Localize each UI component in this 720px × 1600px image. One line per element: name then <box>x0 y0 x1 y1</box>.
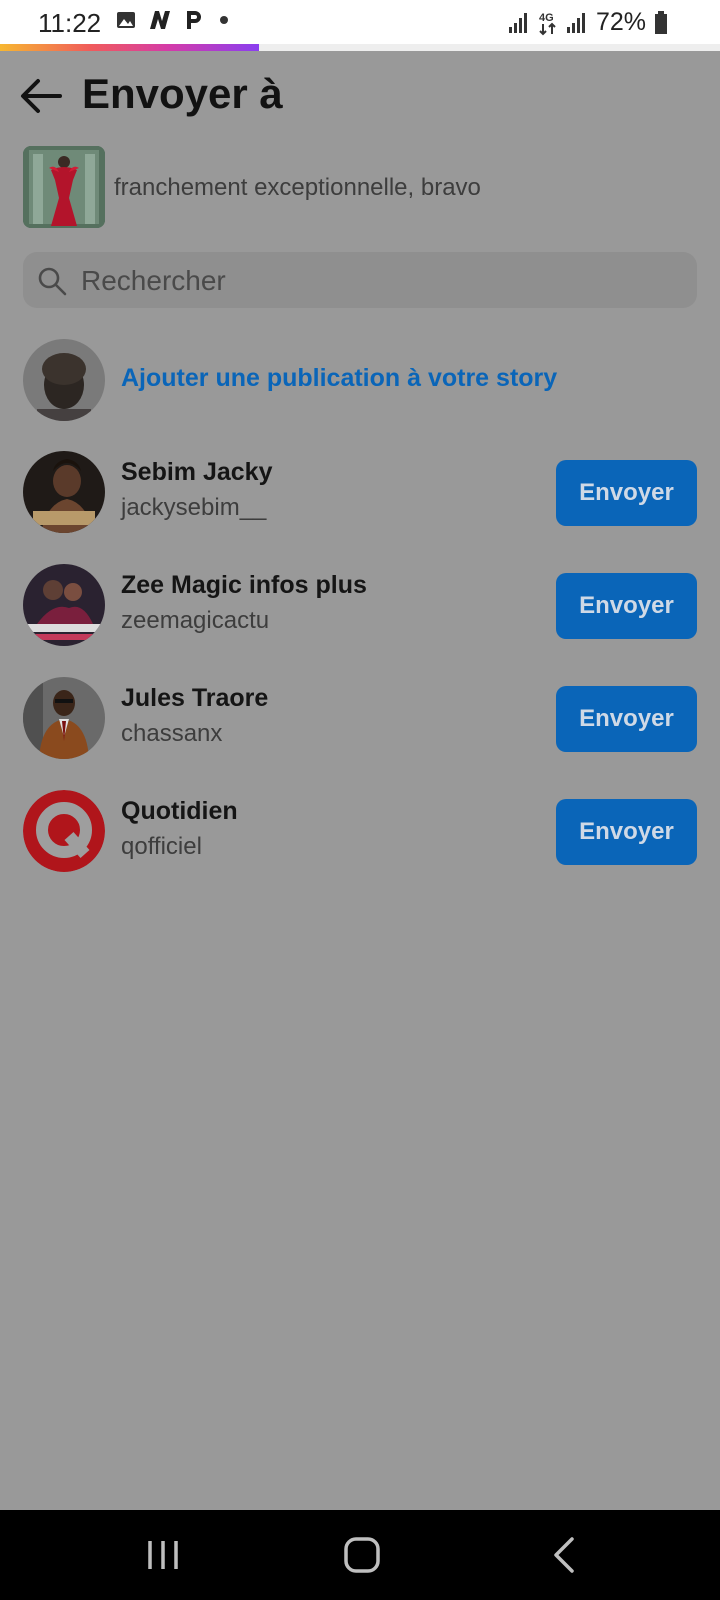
own-avatar <box>23 339 105 421</box>
battery-icon <box>655 10 667 34</box>
back-arrow-icon[interactable] <box>18 76 64 116</box>
contact-row: Zee Magic infos plus zeemagicactu Envoye… <box>0 559 720 649</box>
send-button[interactable]: Envoyer <box>556 573 697 639</box>
n-app-icon <box>150 11 170 29</box>
search-bar[interactable] <box>23 252 697 308</box>
home-icon[interactable] <box>338 1532 388 1578</box>
post-thumbnail <box>23 146 105 228</box>
search-input[interactable] <box>79 260 683 302</box>
contact-row: Sebim Jacky jackysebim__ Envoyer <box>0 446 720 536</box>
avatar <box>23 790 105 872</box>
add-to-story-row[interactable]: Ajouter une publication à votre story <box>0 334 720 424</box>
contact-row: Quotidien qofficiel Envoyer <box>0 785 720 875</box>
status-time: 11:22 <box>38 8 102 38</box>
system-icons: 4G 72% <box>508 8 668 37</box>
signal-icon-2 <box>566 12 585 33</box>
page-title: Envoyer à <box>82 70 283 117</box>
header: Envoyer à <box>0 62 720 132</box>
contact-row: Jules Traore chassanx Envoyer <box>0 672 720 762</box>
contact-name: Zee Magic infos plus <box>121 571 367 599</box>
avatar <box>23 677 105 759</box>
story-progress-fill <box>0 44 260 51</box>
image-icon <box>117 12 135 28</box>
send-button[interactable]: Envoyer <box>556 460 697 526</box>
dot-icon <box>220 16 228 24</box>
story-progress-bar <box>0 44 720 51</box>
notification-icons <box>116 10 234 30</box>
contact-handle: zeemagicactu <box>121 607 270 634</box>
p-app-icon <box>187 11 201 29</box>
status-bar: 11:22 4G 72% <box>0 0 720 44</box>
navigation-bar <box>0 1510 720 1600</box>
contact-name: Jules Traore <box>121 684 269 712</box>
contact-name: Quotidien <box>121 797 238 825</box>
back-icon[interactable] <box>540 1532 590 1578</box>
svg-text:4G: 4G <box>539 12 554 24</box>
recent-apps-icon[interactable] <box>138 1532 188 1578</box>
contact-handle: qofficiel <box>121 833 202 860</box>
contact-handle: jackysebim__ <box>121 494 267 521</box>
add-to-story-link[interactable]: Ajouter une publication à votre story <box>121 364 557 393</box>
send-button[interactable]: Envoyer <box>556 686 697 752</box>
avatar <box>23 564 105 646</box>
contact-handle: chassanx <box>121 720 223 747</box>
avatar <box>23 451 105 533</box>
post-caption: franchement exceptionnelle, bravo <box>114 174 481 201</box>
quotidien-logo-icon <box>23 790 105 872</box>
signal-icon <box>508 12 527 33</box>
battery-percent: 72% <box>595 8 646 36</box>
contact-name: Sebim Jacky <box>121 458 273 486</box>
send-button[interactable]: Envoyer <box>556 799 697 865</box>
network-4g-icon: 4G <box>539 12 556 35</box>
search-icon <box>38 267 67 296</box>
